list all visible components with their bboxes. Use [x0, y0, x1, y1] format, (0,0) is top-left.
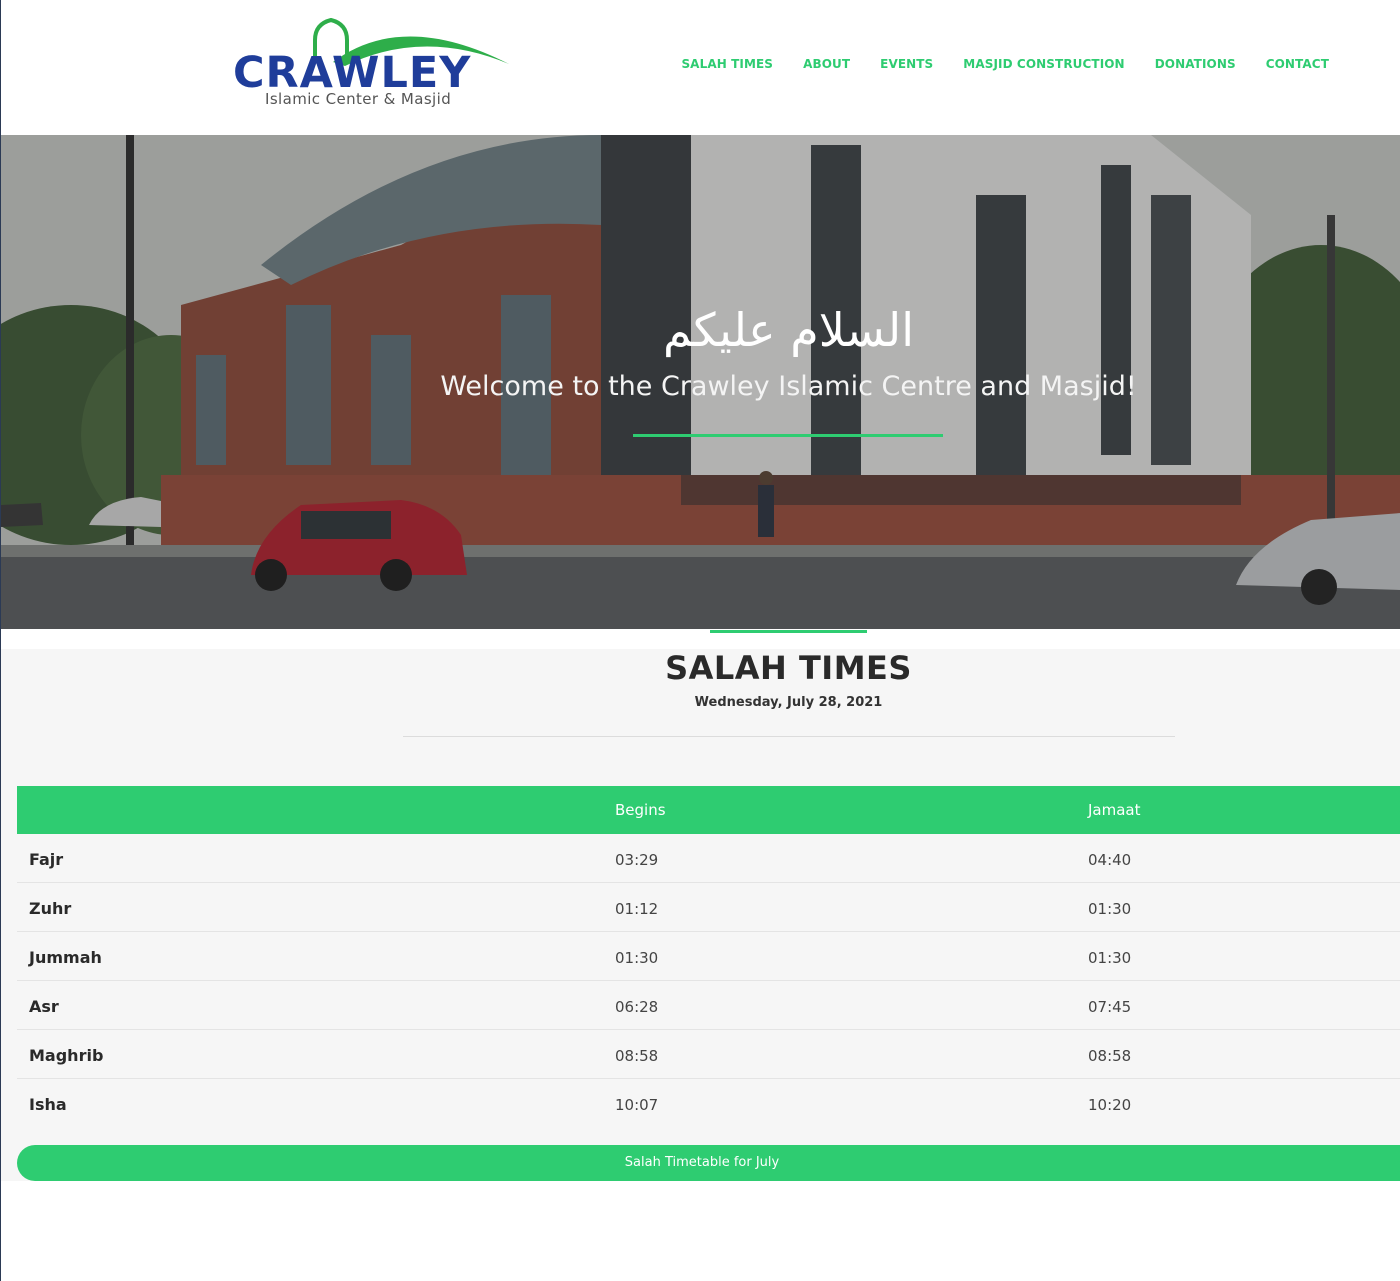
logo-wordmark: CRAWLEY: [233, 48, 472, 98]
timetable-button[interactable]: Salah Timetable for July: [17, 1145, 1400, 1181]
main-nav: SALAH TIMES ABOUT EVENTS MASJID CONSTRUC…: [681, 57, 1329, 71]
header-jamaat: Jamaat: [1088, 801, 1141, 819]
prayer-name: Asr: [29, 997, 59, 1016]
salah-title: SALAH TIMES: [665, 649, 912, 687]
prayer-name: Fajr: [29, 850, 64, 869]
begins-time: 03:29: [615, 851, 659, 869]
begins-time: 01:12: [615, 900, 659, 918]
prayer-name: Zuhr: [29, 899, 72, 918]
jamaat-time: 01:30: [1088, 900, 1132, 918]
site-header: CRAWLEY Islamic Center & Masjid SALAH TI…: [1, 0, 1400, 135]
table-row: Jummah 01:30 01:30: [17, 932, 1400, 981]
jamaat-time: 10:20: [1088, 1096, 1132, 1114]
section-divider: [403, 736, 1175, 737]
table-row: Asr 06:28 07:45: [17, 981, 1400, 1030]
nav-events[interactable]: EVENTS: [880, 57, 933, 71]
nav-masjid-construction[interactable]: MASJID CONSTRUCTION: [963, 57, 1124, 71]
hero-welcome-text: Welcome to the Crawley Islamic Centre an…: [440, 371, 1137, 402]
begins-time: 08:58: [615, 1047, 659, 1065]
salah-times-section: SALAH TIMES Wednesday, July 28, 2021 Beg…: [1, 629, 1400, 1181]
nav-about[interactable]: ABOUT: [803, 57, 850, 71]
nav-contact[interactable]: CONTACT: [1266, 57, 1329, 71]
table-row: Maghrib 08:58 08:58: [17, 1030, 1400, 1079]
jamaat-time: 07:45: [1088, 998, 1132, 1016]
salah-table: Begins Jamaat Fajr 03:29 04:40 Zuhr 01:1…: [17, 786, 1400, 1128]
nav-salah-times[interactable]: SALAH TIMES: [681, 57, 773, 71]
jamaat-time: 04:40: [1088, 851, 1132, 869]
header-begins: Begins: [615, 801, 666, 819]
logo-subtitle: Islamic Center & Masjid: [265, 90, 452, 108]
table-row: Fajr 03:29 04:40: [17, 834, 1400, 883]
jamaat-time: 08:58: [1088, 1047, 1132, 1065]
hero-banner: السلام عليكم Welcome to the Crawley Isla…: [1, 135, 1400, 629]
table-header: Begins Jamaat: [17, 786, 1400, 834]
prayer-name: Isha: [29, 1095, 67, 1114]
table-row: Zuhr 01:12 01:30: [17, 883, 1400, 932]
section-top-band: [1, 629, 1400, 649]
section-accent-line: [710, 630, 867, 633]
prayer-name: Maghrib: [29, 1046, 104, 1065]
salah-date: Wednesday, July 28, 2021: [694, 695, 883, 710]
table-row: Isha 10:07 10:20: [17, 1079, 1400, 1128]
begins-time: 01:30: [615, 949, 659, 967]
prayer-name: Jummah: [29, 948, 102, 967]
begins-time: 06:28: [615, 998, 659, 1016]
hero-arabic-greeting: السلام عليكم: [663, 303, 914, 357]
jamaat-time: 01:30: [1088, 949, 1132, 967]
nav-donations[interactable]: DONATIONS: [1155, 57, 1236, 71]
site-logo[interactable]: CRAWLEY Islamic Center & Masjid: [233, 18, 513, 110]
begins-time: 10:07: [615, 1096, 659, 1114]
hero-divider: [633, 434, 943, 437]
